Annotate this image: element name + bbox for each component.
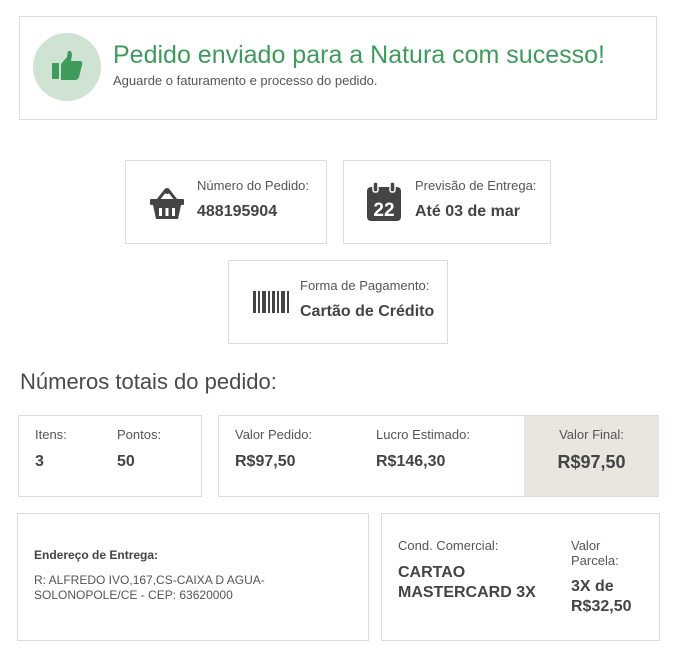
delivery-address-box: Endereço de Entrega: R: ALFREDO IVO,167,… bbox=[17, 513, 369, 641]
success-subtitle: Aguarde o faturamento e processo do pedi… bbox=[113, 73, 378, 88]
order-number-value: 488195904 bbox=[197, 203, 278, 220]
totals-items-box: Itens: 3 Pontos: 50 bbox=[18, 415, 202, 497]
totals-values-box: Valor Pedido: R$97,50 Lucro Estimado: R$… bbox=[218, 415, 659, 497]
installment-label-line-1: Valor bbox=[571, 538, 601, 553]
calendar-icon: 22 bbox=[367, 182, 401, 221]
payment-value: Cartão de Crédito bbox=[300, 303, 435, 320]
final-value-label: Valor Final: bbox=[559, 427, 624, 442]
order-number-label: Número do Pedido: bbox=[197, 178, 310, 193]
payment-label: Forma de Pagamento: bbox=[300, 278, 430, 293]
order-number-card: Número do Pedido: 488195904 bbox=[125, 160, 327, 244]
commercial-label: Cond. Comercial: bbox=[398, 538, 499, 553]
address-label: Endereço de Entrega: bbox=[34, 548, 159, 562]
success-banner: Pedido enviado para a Natura com sucesso… bbox=[19, 16, 657, 120]
profit-label: Lucro Estimado: bbox=[376, 427, 470, 442]
commercial-condition-box: Cond. Comercial: CARTAO MASTERCARD 3X Va… bbox=[381, 513, 660, 641]
payment-method-card: Forma de Pagamento: Cartão de Crédito bbox=[228, 260, 448, 344]
installment-value-line-2: R$32,50 bbox=[571, 598, 632, 615]
commercial-value-line-1: CARTAO bbox=[398, 564, 466, 581]
order-value: R$97,50 bbox=[235, 453, 296, 470]
success-title: Pedido enviado para a Natura com sucesso… bbox=[113, 41, 605, 69]
installment-label-line-2: Parcela: bbox=[571, 553, 619, 568]
svg-text:22: 22 bbox=[373, 200, 394, 221]
items-label: Itens: bbox=[35, 427, 67, 442]
totals-heading: Números totais do pedido: bbox=[20, 369, 277, 394]
order-value-label: Valor Pedido: bbox=[235, 427, 313, 442]
points-label: Pontos: bbox=[117, 427, 162, 442]
barcode-icon bbox=[253, 291, 289, 313]
final-value-cell: Valor Final: R$97,50 bbox=[524, 416, 659, 496]
final-value: R$97,50 bbox=[557, 452, 626, 472]
delivery-value: Até 03 de mar bbox=[415, 203, 520, 220]
commercial-value-line-2: MASTERCARD 3X bbox=[398, 584, 536, 601]
address-line-2: SOLONOPOLE/CE - CEP: 63620000 bbox=[34, 588, 233, 602]
address-line-1: R: ALFREDO IVO,167,CS-CAIXA D AGUA- bbox=[34, 573, 265, 587]
delivery-forecast-card: 22 Previsão de Entrega: Até 03 de mar bbox=[343, 160, 551, 244]
delivery-label: Previsão de Entrega: bbox=[415, 178, 537, 193]
basket-icon bbox=[150, 188, 184, 219]
installment-value-line-1: 3X de bbox=[571, 578, 614, 595]
items-value: 3 bbox=[35, 453, 44, 470]
profit-value: R$146,30 bbox=[376, 453, 446, 470]
points-value: 50 bbox=[117, 453, 135, 470]
thumbs-up-icon bbox=[33, 33, 101, 101]
